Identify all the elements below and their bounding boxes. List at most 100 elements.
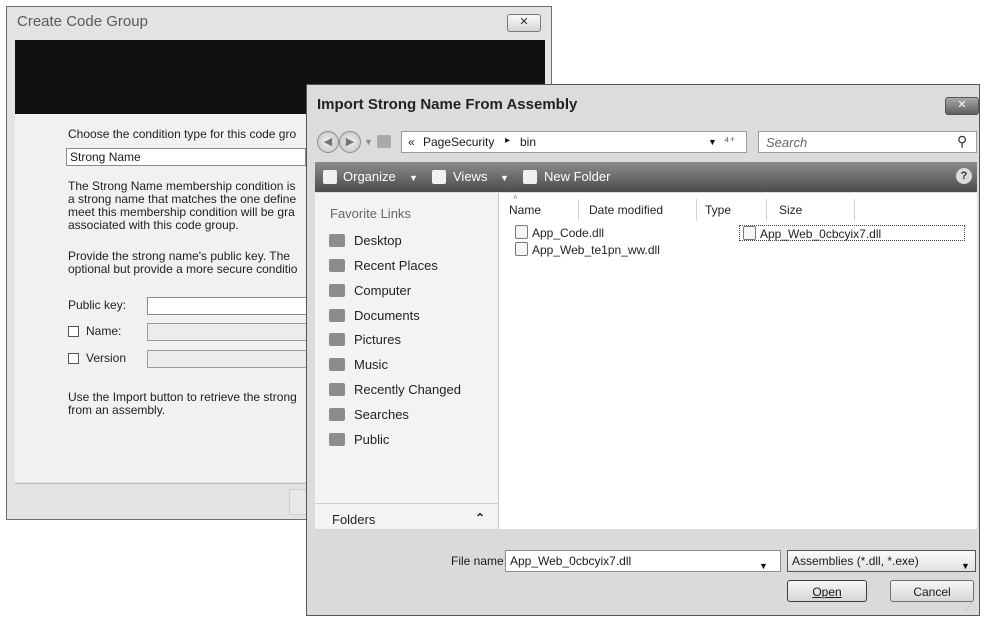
file-name-dropdown-icon[interactable]: ▼ (759, 556, 768, 576)
column-header-name[interactable]: Name (509, 203, 541, 217)
forward-button[interactable]: ▶ (339, 131, 361, 153)
music-icon (329, 358, 345, 371)
favorite-link-label: Recently Changed (354, 382, 461, 397)
public-key-input[interactable] (147, 297, 307, 315)
name-label: Name: (86, 324, 122, 338)
column-header-size[interactable]: Size (779, 203, 802, 217)
organize-button[interactable]: Organize (343, 169, 396, 184)
favorite-link-recently-changed[interactable]: Recently Changed (329, 380, 461, 400)
name-checkbox[interactable] (68, 326, 79, 337)
views-icon (432, 170, 446, 184)
cancel-button[interactable]: Cancel (890, 580, 974, 602)
column-header-date-modified[interactable]: Date modified (589, 203, 663, 217)
favorite-link-recent-places[interactable]: Recent Places (329, 256, 438, 276)
back-button[interactable]: ◀ (317, 131, 339, 153)
version-checkbox[interactable] (68, 353, 79, 364)
search-input[interactable]: Search ⚲ (758, 131, 977, 153)
address-segment-bin[interactable]: bin (520, 135, 536, 149)
views-button[interactable]: Views (453, 169, 487, 184)
favorite-link-label: Computer (354, 283, 412, 298)
file-name-value: App_Web_0cbcyix7.dll (510, 554, 632, 568)
column-separator[interactable] (766, 199, 767, 221)
close-button[interactable]: ✕ (945, 97, 979, 115)
favorite-link-pictures[interactable]: Pictures (329, 330, 401, 350)
address-dropdown-arrow[interactable]: ▼ (708, 137, 717, 147)
dialog-title: Import Strong Name From Assembly (317, 96, 578, 113)
desktop-icon (329, 234, 345, 247)
file-item-selected[interactable]: App_Web_0cbcyix7.dll (739, 225, 965, 241)
new-folder-icon (523, 170, 537, 184)
folders-divider (315, 503, 498, 504)
column-separator[interactable] (854, 199, 855, 221)
dll-file-icon (515, 242, 528, 256)
open-button[interactable]: Open (787, 580, 867, 602)
file-name: App_Web_te1pn_ww.dll (532, 243, 660, 257)
file-list: ˄ Name Date modified Type Size App_Code.… (499, 193, 977, 529)
public-icon (329, 433, 345, 446)
address-separator[interactable]: ▸ (505, 135, 510, 146)
name-input[interactable] (147, 323, 307, 341)
recent-pages-dropdown[interactable]: ▼ (364, 137, 373, 147)
description-line-4: associated with this code group. (68, 218, 239, 232)
column-header-type[interactable]: Type (705, 203, 731, 217)
import-line-2: from an assembly. (68, 403, 166, 417)
condition-type-select[interactable]: Strong Name (66, 148, 306, 166)
pictures-icon (329, 333, 345, 346)
file-name-label: File name: (451, 554, 508, 568)
folders-toggle[interactable]: Folders (332, 512, 375, 527)
favorite-link-label: Public (354, 432, 390, 447)
new-folder-button[interactable]: New Folder (544, 169, 610, 184)
favorite-link-music[interactable]: Music (329, 355, 388, 375)
file-item[interactable]: App_Code.dll (515, 225, 604, 241)
file-type-value: Assemblies (*.dll, *.exe) (792, 554, 919, 568)
file-type-dropdown-icon[interactable]: ▼ (961, 556, 970, 576)
command-toolbar: Organize ▼ Views ▼ New Folder ? (315, 162, 977, 192)
organize-icon (323, 170, 337, 184)
favorite-link-label: Searches (354, 407, 409, 422)
file-name: App_Web_0cbcyix7.dll (760, 227, 882, 241)
dialog-title: Create Code Group (17, 13, 148, 30)
close-button[interactable]: ✕ (507, 14, 541, 32)
search-placeholder: Search (766, 135, 808, 150)
favorite-link-public[interactable]: Public (329, 430, 389, 450)
favorite-link-label: Desktop (354, 233, 402, 248)
resize-grip-icon[interactable]: ⋰ (965, 602, 973, 611)
favorite-link-computer[interactable]: Computer (329, 281, 411, 301)
favorite-links-pane: Favorite Links Desktop Recent Places Com… (315, 193, 499, 529)
recent-places-icon (329, 259, 345, 272)
column-separator[interactable] (578, 199, 579, 221)
import-strong-name-dialog: Import Strong Name From Assembly ✕ ◀ ▶ ▼… (306, 84, 980, 616)
views-dropdown-icon[interactable]: ▼ (500, 173, 509, 183)
file-name: App_Code.dll (532, 226, 605, 240)
file-name-area: File name: App_Web_0cbcyix7.dll ▼ Assemb… (315, 529, 977, 613)
organize-dropdown-icon[interactable]: ▼ (409, 173, 418, 183)
provide-line-2: optional but provide a more secure condi… (68, 262, 298, 276)
favorite-link-label: Recent Places (354, 258, 438, 273)
favorite-link-label: Documents (354, 308, 420, 323)
public-key-label: Public key: (68, 298, 127, 312)
favorite-link-label: Pictures (354, 332, 401, 347)
file-type-select[interactable]: Assemblies (*.dll, *.exe) ▼ (787, 550, 976, 572)
file-name-input[interactable]: App_Web_0cbcyix7.dll ▼ (505, 550, 781, 572)
computer-icon (329, 284, 345, 297)
favorite-links-heading: Favorite Links (330, 206, 411, 221)
favorite-link-documents[interactable]: Documents (329, 306, 420, 326)
address-chevrons[interactable]: « (408, 135, 415, 149)
chevron-up-icon[interactable]: ⌃ (475, 511, 485, 525)
refresh-icon[interactable]: ⁴⁺ (724, 134, 736, 148)
address-bar[interactable]: « PageSecurity ▸ bin ▼ ⁴⁺ (401, 131, 747, 153)
searches-icon (329, 408, 345, 421)
favorite-link-desktop[interactable]: Desktop (329, 231, 402, 251)
file-item[interactable]: App_Web_te1pn_ww.dll (515, 242, 660, 258)
help-icon[interactable]: ? (956, 168, 972, 184)
folder-icon (377, 135, 391, 148)
column-separator[interactable] (696, 199, 697, 221)
favorite-link-searches[interactable]: Searches (329, 405, 409, 425)
condition-instruction: Choose the condition type for this code … (68, 127, 297, 141)
version-input[interactable] (147, 350, 307, 368)
search-icon[interactable]: ⚲ (957, 133, 967, 150)
recently-changed-icon (329, 383, 345, 396)
address-segment-pagesecurity[interactable]: PageSecurity (423, 135, 494, 149)
version-label: Version (86, 351, 127, 365)
favorite-link-label: Music (354, 357, 388, 372)
